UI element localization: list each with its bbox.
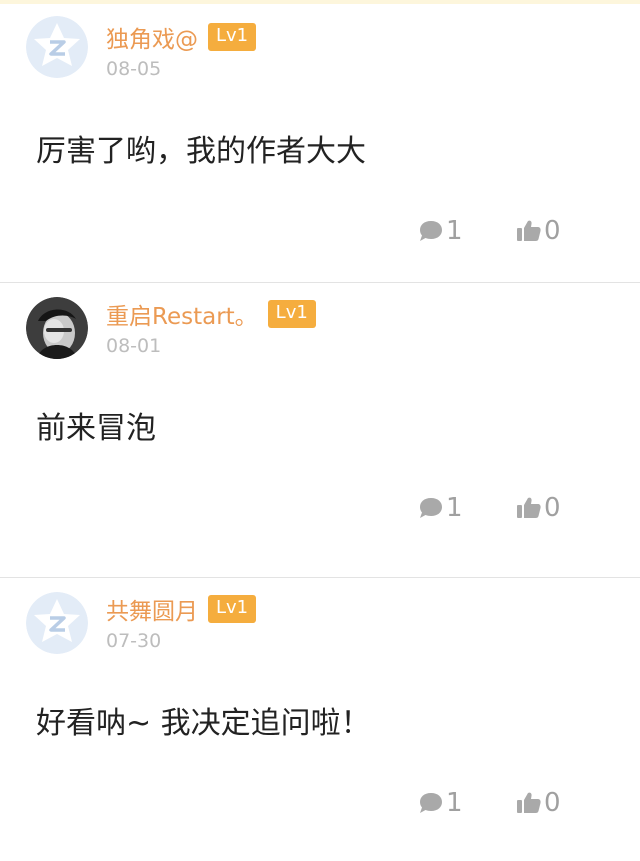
comment-item: 重启Restart。 Lv1 08-01 前来冒泡 1 0 bbox=[0, 283, 640, 578]
level-badge: Lv1 bbox=[208, 595, 257, 623]
like-count: 0 bbox=[544, 216, 561, 246]
comment-date: 08-05 bbox=[106, 58, 162, 80]
comment-content: 前来冒泡 bbox=[36, 411, 156, 446]
default-avatar-icon bbox=[26, 16, 88, 78]
thumbs-up-icon bbox=[516, 496, 542, 520]
like-count: 0 bbox=[544, 788, 561, 818]
username[interactable]: 重启Restart。 bbox=[106, 297, 258, 331]
avatar[interactable] bbox=[26, 16, 88, 78]
reply-button[interactable]: 1 bbox=[418, 216, 463, 246]
like-button[interactable]: 0 bbox=[516, 493, 561, 523]
comment-content: 好看呐~ 我决定追问啦！ bbox=[36, 706, 371, 741]
username[interactable]: 共舞圆月 bbox=[106, 592, 198, 626]
like-button[interactable]: 0 bbox=[516, 216, 561, 246]
comment-item: 独角戏@ Lv1 08-05 厉害了哟，我的作者大大 1 0 bbox=[0, 4, 640, 283]
username[interactable]: 独角戏@ bbox=[106, 20, 198, 54]
comment-bubble-icon bbox=[418, 791, 444, 815]
level-badge: Lv1 bbox=[267, 300, 316, 328]
comment-date: 07-30 bbox=[106, 630, 162, 652]
thumbs-up-icon bbox=[516, 219, 542, 243]
user-row: 重启Restart。 Lv1 bbox=[106, 297, 316, 331]
default-avatar-icon bbox=[26, 592, 88, 654]
reply-count: 1 bbox=[446, 788, 463, 818]
like-count: 0 bbox=[544, 493, 561, 523]
user-row: 独角戏@ Lv1 bbox=[106, 20, 257, 54]
comment-date: 08-01 bbox=[106, 335, 162, 357]
comment-bubble-icon bbox=[418, 496, 444, 520]
level-badge: Lv1 bbox=[208, 23, 257, 51]
user-photo-avatar-icon bbox=[26, 297, 88, 359]
reply-count: 1 bbox=[446, 493, 463, 523]
reply-button[interactable]: 1 bbox=[418, 788, 463, 818]
comment-item: 共舞圆月 Lv1 07-30 好看呐~ 我决定追问啦！ 1 0 bbox=[0, 578, 640, 861]
reply-button[interactable]: 1 bbox=[418, 493, 463, 523]
user-row: 共舞圆月 Lv1 bbox=[106, 592, 257, 626]
like-button[interactable]: 0 bbox=[516, 788, 561, 818]
avatar[interactable] bbox=[26, 592, 88, 654]
comment-bubble-icon bbox=[418, 219, 444, 243]
comment-content: 厉害了哟，我的作者大大 bbox=[36, 134, 366, 169]
avatar[interactable] bbox=[26, 297, 88, 359]
reply-count: 1 bbox=[446, 216, 463, 246]
thumbs-up-icon bbox=[516, 791, 542, 815]
